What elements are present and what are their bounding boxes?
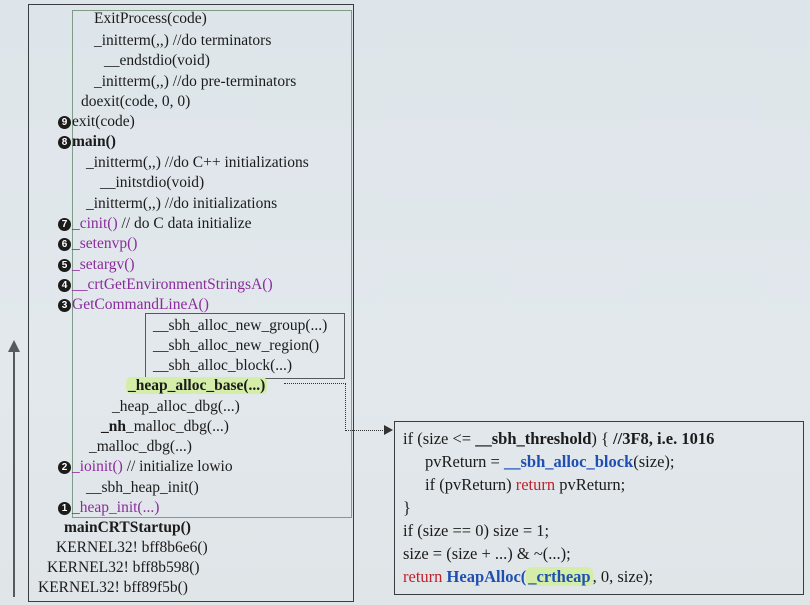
exit-call-row: 9 exit(code)	[58, 112, 135, 131]
step-9-badge: 9	[58, 116, 71, 129]
heap-alloc-base-highlight: _heap_alloc_base(...)	[126, 377, 268, 394]
heap-init-call-row: 1 _heap_init(...)	[58, 498, 159, 517]
setenvp-call-row: 6 _setenvp()	[58, 234, 137, 253]
step-3-badge: 3	[58, 299, 71, 312]
code-size-arg: (size);	[633, 452, 675, 471]
threshold-comment: //3F8, i.e. 1016	[613, 429, 715, 448]
doexit-call: doexit(code, 0, 0)	[81, 93, 191, 110]
heap-alloc-base-call: _heap_alloc_base(...)	[126, 376, 268, 395]
code-pvreturn-assign: pvReturn =	[425, 452, 504, 471]
code-line-6: size = (size + ...) & ~(...);	[403, 544, 571, 563]
setargv-call: _setargv()	[72, 256, 135, 273]
step-2-badge: 2	[58, 461, 71, 474]
code-heapalloc-args: , 0, size);	[592, 567, 654, 586]
initterm-init-call: _initterm(,,) //do initializations	[86, 195, 278, 212]
code-if-size-le: if (size <=	[403, 429, 476, 448]
step-7-badge: 7	[58, 218, 71, 231]
code-brace-open: ) {	[591, 429, 614, 448]
sbh-alloc-block-identifier: __sbh_alloc_block	[503, 452, 634, 471]
connector-line-horizontal	[284, 383, 346, 384]
kernel32-frame-3: KERNEL32! bff89f5b()	[38, 579, 188, 596]
kernel32-frame-1: KERNEL32! bff8b6e6()	[56, 539, 208, 556]
code-line-3: if (pvReturn) return pvReturn;	[425, 474, 625, 496]
initterm-cpp-call: _initterm(,,) //do C++ initializations	[86, 154, 309, 171]
sbh-heap-init-call: __sbh_heap_init()	[86, 479, 199, 496]
crt-get-env-call-row: 4 __crtGetEnvironmentStringsA()	[58, 275, 273, 294]
code-if-pvreturn: if (pvReturn)	[425, 475, 516, 494]
stack-growth-arrow-head	[8, 340, 20, 352]
sbh-new-region-call: __sbh_alloc_new_region()	[153, 337, 320, 354]
step-6-badge: 6	[58, 238, 71, 251]
endstdio-call: __endstdio(void)	[104, 52, 210, 69]
connector-line-vertical	[345, 383, 346, 431]
initterm-terminators-call: _initterm(,,) //do terminators	[94, 32, 272, 49]
step-5-badge: 5	[58, 259, 71, 272]
code-line-4: }	[403, 498, 411, 517]
heap-init-call: _heap_init(...)	[72, 499, 160, 516]
crtheap-identifier: _crtheap	[526, 567, 593, 586]
code-line-2: pvReturn = __sbh_alloc_block(size);	[425, 451, 674, 473]
setenvp-call: _setenvp()	[72, 235, 138, 252]
heap-alloc-dbg-call: _heap_alloc_dbg(...)	[112, 398, 240, 415]
code-line-7: return HeapAlloc(_crtheap, 0, size);	[403, 566, 653, 588]
connector-line-to-code	[345, 430, 385, 431]
main-crt-startup-call: mainCRTStartup()	[64, 519, 191, 536]
heapalloc-identifier: HeapAlloc(	[446, 567, 527, 586]
heap-alloc-base-code-box: if (size <= __sbh_threshold) { //3F8, i.…	[394, 421, 804, 595]
crt-get-env-call: __crtGetEnvironmentStringsA()	[72, 276, 273, 293]
ioinit-comment: // initialize lowio	[126, 458, 233, 475]
main-call-row: 8 main()	[58, 132, 116, 151]
cinit-call-row: 7 _cinit() // do C data initialize	[58, 214, 252, 233]
nh-prefix: _nh	[101, 418, 126, 435]
code-line-1: if (size <= __sbh_threshold) { //3F8, i.…	[403, 428, 714, 450]
get-cmdline-call-row: 3 GetCommandLineA()	[58, 295, 209, 314]
initstdio-call: __initstdio(void)	[100, 174, 205, 191]
code-line-5: if (size == 0) size = 1;	[403, 521, 550, 540]
sbh-alloc-block-call: __sbh_alloc_block(...)	[153, 357, 293, 374]
cinit-comment: // do C data initialize	[121, 215, 252, 232]
setargv-call-row: 5 _setargv()	[58, 255, 135, 274]
get-cmdline-call: GetCommandLineA()	[72, 296, 209, 313]
code-return-pvreturn: pvReturn;	[555, 475, 626, 494]
sbh-new-group-call: __sbh_alloc_new_group(...)	[153, 317, 328, 334]
step-4-badge: 4	[58, 279, 71, 292]
ioinit-call-row: 2 _ioinit() // initialize lowio	[58, 457, 233, 476]
nh-malloc-dbg-call: _nh_malloc_dbg(...)	[101, 417, 229, 436]
step-1-badge: 1	[58, 502, 71, 515]
return-keyword: return	[515, 475, 556, 494]
kernel32-frame-2: KERNEL32! bff8b598()	[47, 559, 200, 576]
main-call: main()	[72, 133, 116, 150]
stack-growth-arrow-line	[13, 350, 15, 597]
exit-call: exit(code)	[72, 113, 135, 130]
connector-arrow-head	[384, 425, 393, 435]
malloc-dbg-call: _malloc_dbg(...)	[89, 438, 192, 455]
sbh-threshold-identifier: __sbh_threshold	[475, 429, 592, 448]
exit-process-call: ExitProcess(code)	[94, 10, 207, 27]
step-8-badge: 8	[58, 136, 71, 149]
ioinit-call: _ioinit()	[72, 458, 123, 475]
initterm-preterminators-call: _initterm(,,) //do pre-terminators	[94, 73, 297, 90]
nh-malloc-dbg-rest: _malloc_dbg(...)	[126, 418, 229, 435]
cinit-call: _cinit()	[72, 215, 118, 232]
return-keyword-2: return	[403, 567, 447, 586]
